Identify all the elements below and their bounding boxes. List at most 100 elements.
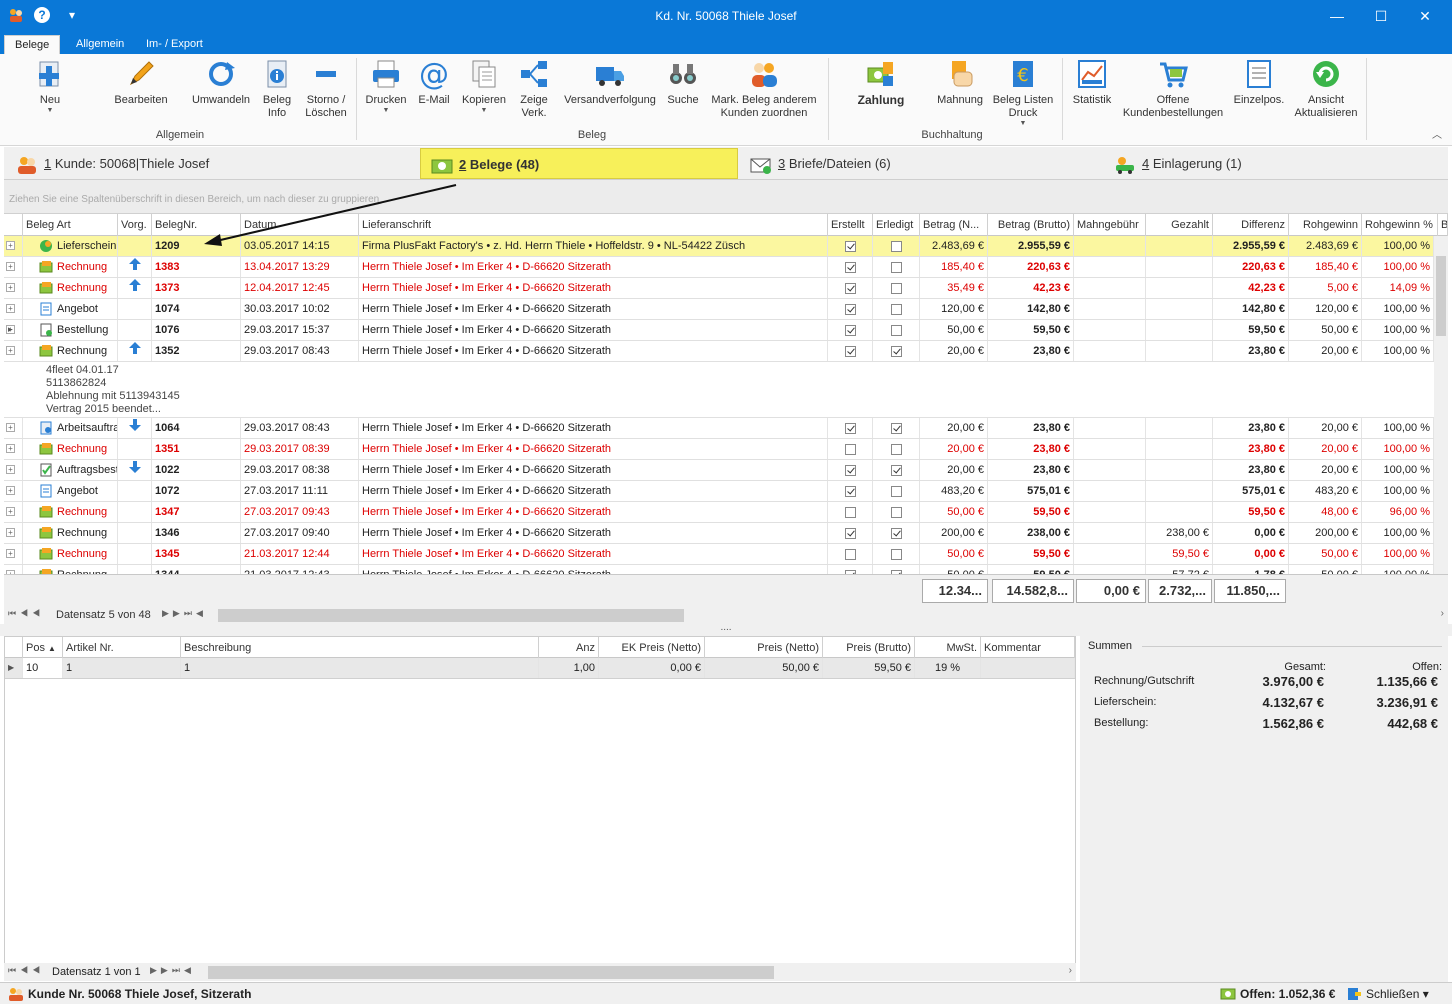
offene-kundenbestellungen-button[interactable]: Offene Kundenbestellungen (1122, 58, 1224, 120)
datum-cell[interactable]: 13.04.2017 13:29 (241, 257, 359, 277)
netto-cell[interactable]: 20,00 € (920, 418, 988, 438)
beleg-art-cell[interactable]: Rechnung (23, 439, 118, 459)
nav-next-last-icons[interactable]: ▶▶⏭◀ (162, 608, 207, 619)
tab-belege[interactable]: Belege (4, 35, 61, 54)
diff-cell[interactable]: 575,01 € (1213, 481, 1289, 501)
rohp-cell[interactable]: 100,00 % (1362, 565, 1434, 574)
vorg-cell[interactable] (118, 565, 152, 574)
row-indicator[interactable]: + (4, 278, 23, 298)
netto-cell[interactable]: 200,00 € (920, 523, 988, 543)
gezahlt-cell[interactable] (1146, 257, 1213, 277)
erstellt-checkbox[interactable] (844, 282, 856, 294)
diff-cell[interactable]: 23,80 € (1213, 460, 1289, 480)
roh-cell[interactable]: 120,00 € (1289, 299, 1362, 319)
beleg-art-cell[interactable]: Auftragsbestätigung (23, 460, 118, 480)
roh-cell[interactable]: 20,00 € (1289, 418, 1362, 438)
expand-icon[interactable]: + (6, 549, 15, 558)
mahn-cell[interactable] (1074, 418, 1146, 438)
diff-cell[interactable]: 23,80 € (1213, 341, 1289, 361)
erstellt-checkbox[interactable] (844, 443, 856, 455)
datum-cell[interactable]: 29.03.2017 08:39 (241, 439, 359, 459)
row-indicator[interactable]: + (4, 320, 23, 340)
collapse-ribbon-icon[interactable]: ︿ (1432, 126, 1442, 141)
erstellt-checkbox[interactable] (844, 240, 856, 252)
roh-cell[interactable]: 20,00 € (1289, 439, 1362, 459)
expand-icon[interactable]: + (6, 283, 15, 292)
erledigt-checkbox-cell[interactable] (873, 278, 920, 298)
col-mahngebuehr[interactable]: Mahngebühr (1074, 214, 1146, 236)
table-row[interactable]: + Rechnung 1346 27.03.2017 09:40 Herrn Thiel… (4, 523, 1434, 544)
vorg-cell[interactable] (118, 236, 152, 256)
netto-cell[interactable]: 50,00 € (705, 658, 823, 678)
rohp-cell[interactable]: 100,00 % (1362, 418, 1434, 438)
roh-cell[interactable]: 483,20 € (1289, 481, 1362, 501)
roh-cell[interactable]: 50,00 € (1289, 320, 1362, 340)
brutto-cell[interactable]: 575,01 € (988, 481, 1074, 501)
erstellt-checkbox[interactable] (844, 422, 856, 434)
anschrift-cell[interactable]: Herrn Thiele Josef • Im Erker 4 • D-6662… (359, 481, 828, 501)
erstellt-checkbox-cell[interactable] (828, 502, 873, 522)
erstellt-checkbox[interactable] (844, 527, 856, 539)
col-pos[interactable]: Pos ▲ (23, 637, 63, 659)
grid-vertical-scrollbar[interactable] (1434, 236, 1448, 574)
erledigt-checkbox-cell[interactable] (873, 439, 920, 459)
table-row[interactable]: + Bestellung 1076 29.03.2017 15:37 Herrn Thi… (4, 320, 1434, 341)
rohp-cell[interactable]: 100,00 % (1362, 341, 1434, 361)
erledigt-checkbox[interactable] (890, 506, 902, 518)
erstellt-checkbox[interactable] (844, 464, 856, 476)
erstellt-checkbox[interactable] (844, 548, 856, 560)
nr-cell[interactable]: 1383 (152, 257, 241, 277)
expand-icon[interactable]: + (6, 346, 15, 355)
anschrift-cell[interactable]: Herrn Thiele Josef • Im Erker 4 • D-6662… (359, 257, 828, 277)
row-indicator[interactable]: + (4, 544, 23, 564)
netto-cell[interactable]: 20,00 € (920, 341, 988, 361)
roh-cell[interactable]: 50,00 € (1289, 565, 1362, 574)
mark-beleg-button[interactable]: Mark. Beleg anderem Kunden zuordnen (708, 58, 820, 120)
erledigt-checkbox[interactable] (890, 240, 902, 252)
anschrift-cell[interactable]: Herrn Thiele Josef • Im Erker 4 • D-6662… (359, 565, 828, 574)
table-row[interactable]: + Rechnung 1345 21.03.2017 12:44 Herrn Thiel… (4, 544, 1434, 565)
col-beleg-art[interactable]: Beleg Art (23, 214, 118, 236)
kommentar-cell[interactable] (981, 658, 1075, 678)
anschrift-cell[interactable]: Herrn Thiele Josef • Im Erker 4 • D-6662… (359, 523, 828, 543)
diff-cell[interactable]: 2.955,59 € (1213, 236, 1289, 256)
erledigt-checkbox[interactable] (890, 464, 902, 476)
mahn-cell[interactable] (1074, 565, 1146, 574)
vorg-cell[interactable] (118, 418, 152, 438)
table-row[interactable]: + Rechnung 1347 27.03.2017 09:43 Herrn Thiel… (4, 502, 1434, 523)
artikel-cell[interactable]: 1 (63, 658, 181, 678)
mahn-cell[interactable] (1074, 502, 1146, 522)
statistik-button[interactable]: Statistik (1068, 58, 1116, 107)
roh-cell[interactable]: 2.483,69 € (1289, 236, 1362, 256)
mahn-cell[interactable] (1074, 257, 1146, 277)
brutto-cell[interactable]: 59,50 € (988, 320, 1074, 340)
vorg-cell[interactable] (118, 544, 152, 564)
row-indicator[interactable]: + (4, 481, 23, 501)
erstellt-checkbox[interactable] (844, 324, 856, 336)
col-erledigt[interactable]: Erledigt (873, 214, 920, 236)
table-row[interactable]: +Rechnung 134421.03.2017 12:43Herrn Thiel… (4, 565, 1434, 574)
nr-cell[interactable]: 1373 (152, 278, 241, 298)
datum-cell[interactable]: 29.03.2017 15:37 (241, 320, 359, 340)
gezahlt-cell[interactable] (1146, 502, 1213, 522)
erledigt-checkbox[interactable] (890, 422, 902, 434)
vorg-cell[interactable] (118, 439, 152, 459)
col-vorg[interactable]: Vorg. (118, 214, 152, 236)
table-row[interactable]: + Angebot 1074 30.03.2017 10:02 Herrn Thiele… (4, 299, 1434, 320)
beleg-art-cell[interactable]: Bestellung (23, 320, 118, 340)
roh-cell[interactable]: 50,00 € (1289, 544, 1362, 564)
anschrift-cell[interactable]: Herrn Thiele Josef • Im Erker 4 • D-6662… (359, 278, 828, 298)
row-indicator[interactable]: + (4, 236, 23, 256)
erledigt-checkbox-cell[interactable] (873, 299, 920, 319)
beleg-art-cell[interactable]: Rechnung (23, 523, 118, 543)
roh-cell[interactable]: 5,00 € (1289, 278, 1362, 298)
col-lieferanschrift[interactable]: Lieferanschrift (359, 214, 828, 236)
erstellt-checkbox-cell[interactable] (828, 565, 873, 574)
anz-cell[interactable]: 1,00 (539, 658, 599, 678)
gezahlt-cell[interactable] (1146, 481, 1213, 501)
datum-cell[interactable]: 21.03.2017 12:44 (241, 544, 359, 564)
col-more[interactable]: B (1438, 214, 1448, 236)
erstellt-checkbox[interactable] (844, 345, 856, 357)
netto-cell[interactable]: 35,49 € (920, 278, 988, 298)
tab-import-export[interactable]: Im- / Export (136, 35, 213, 54)
